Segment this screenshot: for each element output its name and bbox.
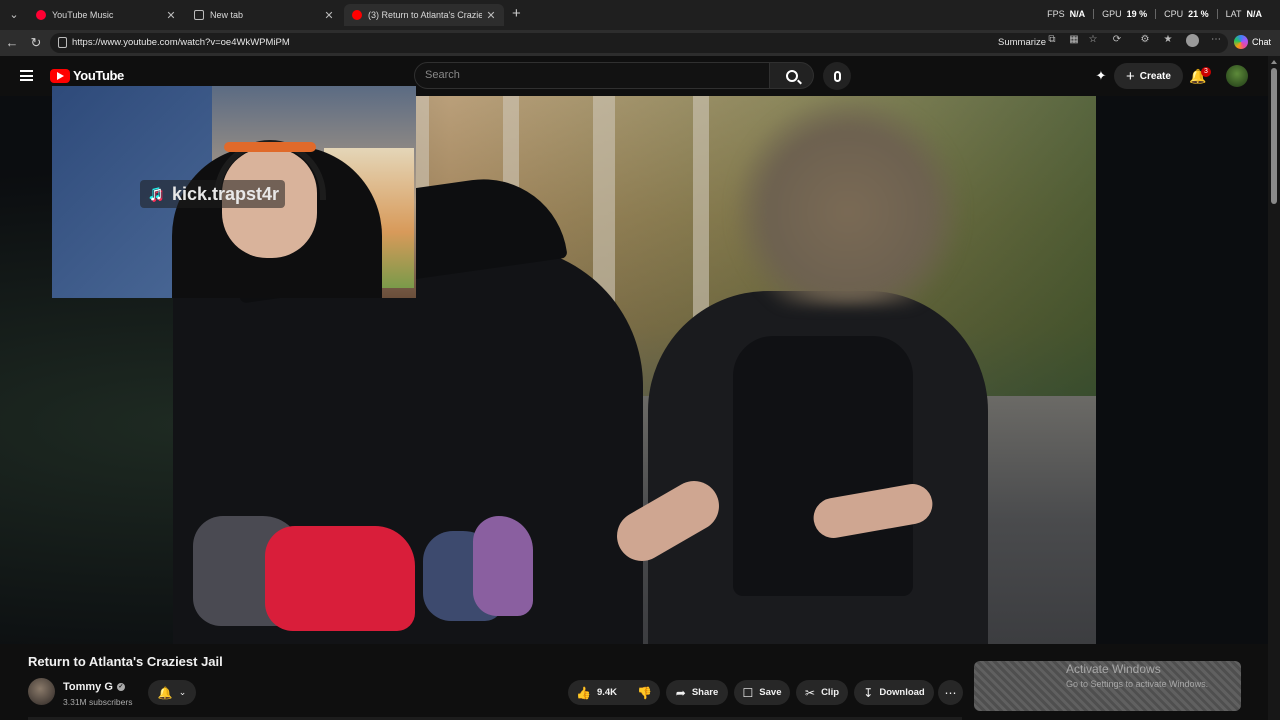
video-player[interactable]: ♫ kick.trapst4r — [0, 86, 1268, 644]
tab-new-tab[interactable]: New tab ✕ — [186, 4, 342, 26]
voice-search-button[interactable] — [823, 62, 851, 90]
channel-avatar[interactable] — [28, 678, 55, 705]
bookmark-icon: ☐ — [742, 685, 754, 700]
download-arrow-icon: ↧ — [863, 685, 874, 700]
extensions-icon[interactable]: ⟳ — [1111, 34, 1123, 46]
tab-title: New tab — [210, 10, 244, 20]
verified-check-icon: ✓ — [116, 683, 125, 691]
tab-actions-chevron-icon[interactable]: ⌄ — [6, 7, 22, 23]
bell-icon: 🔔 — [157, 685, 173, 700]
scroll-up-arrow-icon[interactable] — [1271, 60, 1277, 64]
like-count[interactable]: 9.4K — [597, 687, 617, 698]
bandana-purple — [473, 516, 533, 616]
page-scrollbar[interactable] — [1268, 56, 1280, 720]
notification-subscribe-button[interactable]: 🔔 ⌄ — [148, 680, 196, 705]
youtube-music-icon — [36, 10, 46, 20]
chat-label: Chat — [1252, 37, 1272, 47]
summarize-icon[interactable]: ⧉ — [1046, 34, 1058, 46]
search-input[interactable] — [425, 69, 755, 81]
tab-title: YouTube Music — [52, 10, 114, 20]
tab-title: (3) Return to Atlanta's Craziest Jail — [368, 10, 482, 20]
clip-label: Clip — [821, 687, 840, 698]
reload-icon[interactable]: ↻ — [28, 35, 44, 51]
new-tab-page-icon — [194, 10, 204, 20]
youtube-favicon-icon — [352, 10, 362, 20]
activate-windows-subtitle: Go to Settings to activate Windows. — [1066, 679, 1209, 689]
save-button[interactable]: ☐ Save — [734, 680, 790, 705]
tab-youtube-music[interactable]: YouTube Music ✕ — [28, 4, 184, 26]
create-button[interactable]: + Create — [1114, 63, 1183, 89]
lat-label: LAT — [1225, 9, 1242, 19]
new-tab-plus-icon[interactable]: + — [512, 6, 526, 22]
channel-name-link[interactable]: Tommy G ✓ — [63, 681, 125, 693]
menu-hamburger-icon[interactable] — [20, 70, 33, 81]
create-label: Create — [1139, 70, 1171, 82]
download-label: Download — [879, 687, 925, 698]
cpu-label: CPU — [1164, 9, 1184, 19]
favorites-list-icon[interactable]: ★ — [1162, 34, 1174, 46]
tiktok-watermark: ♫ kick.trapst4r — [140, 180, 286, 208]
fps-label: FPS — [1047, 9, 1065, 19]
watermark-text: kick.trapst4r — [172, 183, 280, 204]
gemini-sparkle-icon[interactable]: ✦ — [1093, 68, 1109, 84]
youtube-play-icon — [50, 68, 70, 83]
scissors-icon: ✂ — [805, 685, 816, 700]
youtube-logo[interactable]: YouTube — [50, 68, 124, 83]
microphone-icon — [833, 70, 841, 82]
close-tab-icon[interactable]: ✕ — [486, 9, 496, 22]
copilot-icon — [1234, 35, 1248, 49]
headphones-band — [224, 142, 316, 152]
share-button[interactable]: ➦ Share — [666, 680, 728, 705]
share-label: Share — [691, 687, 719, 698]
favorite-star-icon[interactable]: ☆ — [1087, 34, 1099, 46]
summarize-button[interactable]: Summarize — [998, 37, 1046, 48]
search-box — [414, 62, 770, 89]
account-avatar[interactable] — [1226, 65, 1248, 87]
browser-address-bar: ← ↻ https://www.youtube.com/watch?v=oe4W… — [0, 30, 1280, 56]
scrollbar-thumb[interactable] — [1271, 68, 1277, 204]
subscriber-count: 3.31M subscribers — [63, 697, 133, 707]
download-button[interactable]: ↧ Download — [854, 680, 934, 705]
more-dots-icon: ⋯ — [944, 685, 957, 700]
back-arrow-icon[interactable]: ← — [4, 35, 20, 51]
tactical-vest — [733, 336, 913, 596]
share-arrow-icon: ➦ — [675, 685, 686, 700]
more-menu-icon[interactable]: ⋯ — [1210, 34, 1222, 46]
blurred-face — [733, 96, 963, 306]
copilot-chat-button[interactable]: Chat — [1234, 35, 1271, 49]
browser-tab-bar: ⌄ YouTube Music ✕ New tab ✕ (3) Return t… — [0, 0, 1280, 30]
cpu-value: 21 % — [1188, 9, 1209, 19]
notification-count-badge: 3 — [1201, 67, 1211, 77]
more-actions-button[interactable]: ⋯ — [938, 680, 963, 705]
split-screen-icon[interactable]: ▦ — [1068, 34, 1080, 46]
chevron-down-icon: ⌄ — [178, 687, 187, 697]
dislike-thumbs-down-icon[interactable]: 👎 — [637, 686, 652, 700]
close-tab-icon[interactable]: ✕ — [324, 9, 334, 22]
tiktok-logo-icon: ♫ — [148, 183, 164, 205]
like-dislike-group: 👍 9.4K 👎 — [568, 680, 660, 705]
youtube-wordmark: YouTube — [73, 68, 124, 83]
profile-icon[interactable] — [1186, 34, 1199, 47]
video-title: Return to Atlanta's Craziest Jail — [28, 654, 223, 669]
tab-youtube-video[interactable]: (3) Return to Atlanta's Craziest Jail ✕ — [344, 4, 504, 26]
activate-windows-title: Activate Windows — [1066, 662, 1161, 676]
fps-value: N/A — [1069, 9, 1086, 19]
search-icon — [785, 69, 798, 82]
channel-name: Tommy G — [63, 681, 113, 693]
clip-button[interactable]: ✂ Clip — [796, 680, 848, 705]
bandana-red — [265, 526, 415, 631]
close-tab-icon[interactable]: ✕ — [166, 9, 176, 22]
search-button[interactable] — [770, 62, 814, 89]
page-info-icon[interactable] — [58, 37, 67, 48]
lat-value: N/A — [1246, 9, 1263, 19]
youtube-page: YouTube ✦ + Create 🔔 3 — [0, 56, 1280, 720]
performance-overlay: FPS N/A GPU 19 % CPU 21 % LAT N/A — [1039, 9, 1270, 19]
browser-essentials-icon[interactable]: ⚙ — [1139, 34, 1151, 46]
gpu-value: 19 % — [1126, 9, 1148, 19]
like-thumbs-up-icon[interactable]: 👍 — [576, 686, 591, 700]
save-label: Save — [759, 687, 782, 698]
url-text: https://www.youtube.com/watch?v=oe4WkWPM… — [72, 37, 290, 48]
gpu-label: GPU — [1102, 9, 1122, 19]
plus-icon: + — [1126, 67, 1135, 85]
